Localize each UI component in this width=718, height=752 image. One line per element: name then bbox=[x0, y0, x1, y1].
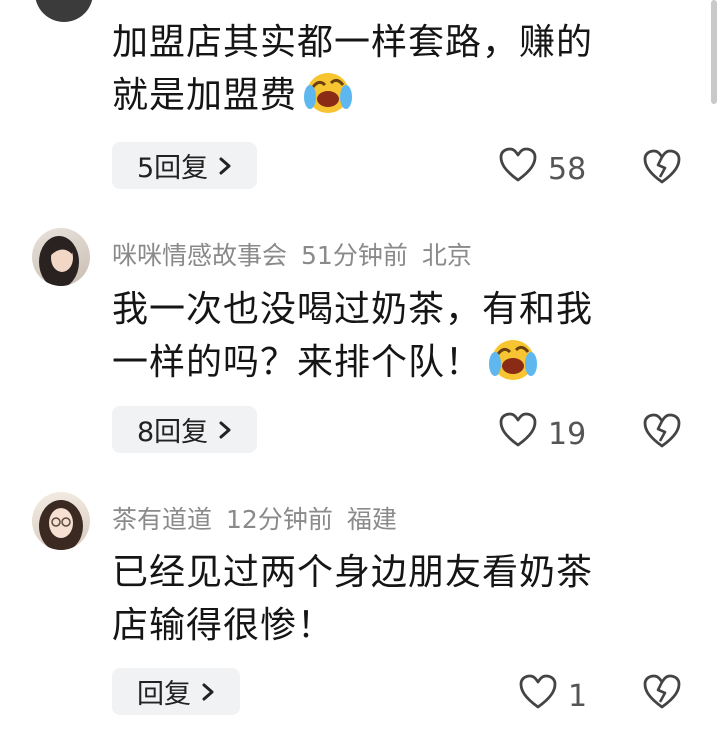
avatar[interactable] bbox=[32, 492, 90, 550]
username[interactable]: 茶有道道 bbox=[112, 505, 212, 534]
scrollbar[interactable] bbox=[711, 0, 717, 104]
location: 北京 bbox=[421, 241, 472, 270]
comment-text-line: 一样的吗？来排个队！ bbox=[112, 336, 672, 397]
like-count: 1 bbox=[568, 678, 588, 714]
like-count: 58 bbox=[548, 151, 587, 187]
comment-text-line: 就是加盟费 bbox=[112, 69, 672, 130]
comment-text-line: 已经见过两个身边朋友看奶茶 bbox=[112, 552, 594, 593]
username[interactable]: 咪咪情感故事会 bbox=[112, 241, 287, 270]
laughing-crying-emoji-icon bbox=[303, 69, 353, 130]
location: 福建 bbox=[346, 505, 397, 534]
comment-text: 我一次也没喝过奶茶，有和我 一样的吗？来排个队！ bbox=[112, 283, 672, 397]
broken-heart-icon bbox=[642, 413, 682, 454]
timestamp: 12分钟前 bbox=[226, 505, 333, 534]
like-button[interactable]: 58 bbox=[498, 146, 586, 192]
reply-label: 8回复 bbox=[137, 417, 209, 448]
like-count: 19 bbox=[548, 416, 587, 452]
avatar[interactable] bbox=[32, 228, 90, 286]
heart-outline-icon bbox=[498, 411, 548, 457]
comment-text: 已经见过两个身边朋友看奶茶 店输得很惨！ bbox=[112, 546, 672, 652]
comment-meta: 茶有道道 12分钟前 福建 bbox=[112, 500, 411, 536]
dislike-button[interactable] bbox=[642, 412, 682, 454]
chevron-right-icon bbox=[218, 420, 232, 440]
dislike-button[interactable] bbox=[642, 148, 682, 190]
reply-button[interactable]: 8回复 bbox=[112, 406, 258, 453]
timestamp: 51分钟前 bbox=[301, 241, 408, 270]
comment-text-span: 就是加盟费 bbox=[112, 75, 298, 116]
broken-heart-icon bbox=[642, 149, 682, 190]
reply-button[interactable]: 5回复 bbox=[112, 142, 258, 189]
heart-outline-icon bbox=[498, 146, 548, 192]
comment-meta: 咪咪情感故事会 51分钟前 北京 bbox=[112, 236, 486, 272]
reply-button[interactable]: 回复 bbox=[112, 668, 240, 715]
laughing-crying-emoji-icon bbox=[488, 336, 538, 397]
comment-text-line: 我一次也没喝过奶茶，有和我 bbox=[112, 289, 594, 330]
like-button[interactable]: 1 bbox=[518, 673, 587, 719]
heart-outline-icon bbox=[518, 673, 568, 719]
avatar[interactable] bbox=[35, 0, 93, 22]
reply-label: 回复 bbox=[137, 679, 191, 710]
comment-text: 加盟店其实都一样套路，赚的 就是加盟费 bbox=[112, 16, 672, 130]
broken-heart-icon bbox=[642, 674, 682, 715]
comment-text-line: 加盟店其实都一样套路，赚的 bbox=[112, 22, 594, 63]
comment-text-span: 一样的吗？来排个队！ bbox=[112, 342, 483, 383]
chevron-right-icon bbox=[201, 682, 215, 702]
dislike-button[interactable] bbox=[642, 673, 682, 715]
chevron-right-icon bbox=[218, 156, 232, 176]
like-button[interactable]: 19 bbox=[498, 411, 586, 457]
reply-label: 5回复 bbox=[137, 153, 209, 184]
comment-text-line: 店输得很惨！ bbox=[112, 605, 335, 646]
